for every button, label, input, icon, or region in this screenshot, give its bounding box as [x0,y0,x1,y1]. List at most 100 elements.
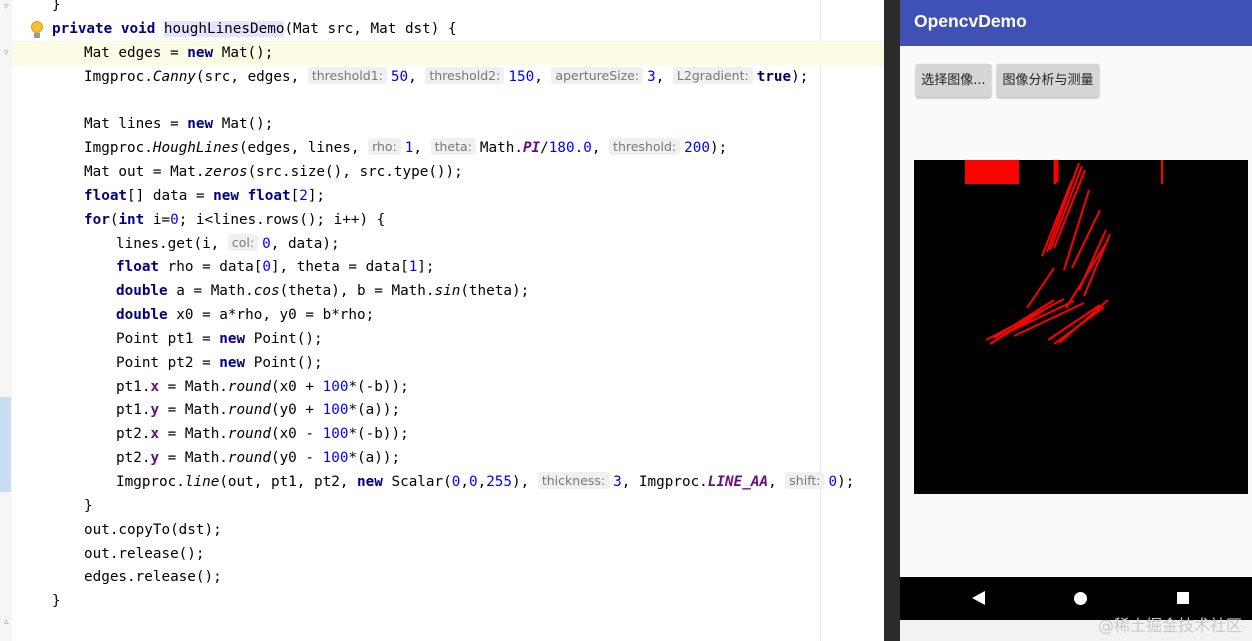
code-token: (theta), b = Math. [279,283,435,299]
code-line[interactable]: pt2.y = Math.round(y0 - 100*(a)); [116,446,400,470]
code-token: , [408,69,426,85]
code-token: private [52,21,113,37]
code-token: x [150,426,160,442]
code-line[interactable]: edges.release(); [84,565,222,589]
hough-lines-image [965,160,1163,345]
code-line[interactable]: Point pt2 = new Point(); [116,351,323,375]
code-line[interactable]: double x0 = a*rho, y0 = b*rho; [116,303,374,327]
code-token: (src.size(), src.type()); [247,164,463,180]
code-line[interactable]: Mat edges = new Mat(); [84,41,273,65]
recent-square-icon[interactable] [1177,592,1189,604]
code-line[interactable]: pt1.y = Math.round(y0 + 100*(a)); [116,398,400,422]
code-token: Mat lines = [84,116,188,132]
code-token: 200 [684,140,710,156]
code-token: lines.get(i, [116,236,228,252]
app-bar: OpencvDemo [900,0,1252,46]
right-margin-guide [820,0,821,641]
code-token: 255 [486,474,513,490]
code-line[interactable]: out.copyTo(dst); [84,518,222,542]
param-hint: theta: [430,138,476,155]
param-hint: shift: [785,472,825,489]
code-token: 0 [262,236,271,252]
code-token: / [540,140,549,156]
code-editor[interactable]: ▿ ▿ ▵ } private void houghLinesDemo(Mat s… [0,0,884,641]
code-token: zeros [204,164,248,180]
code-line[interactable]: float rho = data[0], theta = data[1]; [116,255,435,279]
hough-line [1065,239,1109,309]
code-line[interactable]: Mat out = Mat.zeros(src.size(), src.type… [84,160,463,184]
code-token: (y0 + [270,402,323,418]
code-token: pt1. [116,379,151,395]
code-token: , [534,69,552,85]
lightbulb-icon[interactable] [30,21,44,39]
code-line[interactable]: Imgproc.HoughLines(edges, lines, rho: 1, … [84,136,727,160]
fold-marker-icon[interactable]: ▿ [4,2,14,12]
code-token: , [655,69,673,85]
code-token: out.copyTo(dst); [84,522,222,538]
code-line[interactable]: lines.get(i, col: 0, data); [116,232,340,256]
code-line[interactable]: Point pt1 = new Point(); [116,327,323,351]
code-token: int [118,212,145,228]
code-token: round [227,402,271,418]
code-token: float [247,188,291,204]
code-token: = Math. [159,379,228,395]
code-token: Mat(); [213,116,274,132]
code-token: ], theta = data[ [270,259,409,275]
code-token: y [150,402,160,418]
code-token: (theta); [460,283,530,299]
back-triangle-icon[interactable] [972,591,985,605]
code-token: 100 [322,379,349,395]
code-token: void [120,21,156,37]
code-token: , [413,140,431,156]
analyze-measure-button[interactable]: 图像分析与测量 [997,64,1099,97]
param-hint: L2gradient: [672,67,753,84]
code-line[interactable]: Imgproc.Canny(src, edges, threshold1: 50,… [84,65,808,89]
gutter-change-marker [0,397,11,492]
code-token: Imgproc. [84,69,153,85]
home-circle-icon[interactable] [1074,592,1087,605]
code-token: round [227,450,271,466]
code-token: *(-b)); [348,379,409,395]
code-token: Mat(); [213,45,274,61]
code-line[interactable]: } [84,494,93,518]
code-token: Scalar( [382,474,452,490]
param-hint: col: [227,234,259,251]
code-token: , [768,474,786,490]
code-line[interactable]: for(int i=0; i<lines.rows(); i++) { [84,208,385,232]
code-token: (x0 - [270,426,323,442]
code-token: [ [290,188,300,204]
code-token: rho = data[ [159,259,263,275]
code-token: new [187,45,214,61]
code-token: i= [144,212,171,228]
code-token: sin [434,283,461,299]
code-token: 150 [508,69,535,85]
code-token: out.release(); [84,546,205,562]
code-line[interactable]: } [52,589,61,613]
code-line[interactable]: pt2.x = Math.round(x0 - 100*(-b)); [116,422,409,446]
code-line[interactable]: } [52,0,61,17]
code-token: PI [522,140,541,156]
code-token: 0 [170,212,179,228]
code-token: new [219,331,246,347]
code-line[interactable]: float[] data = new float[2]; [84,184,325,208]
code-token: ); [709,140,728,156]
code-token: = Math. [159,426,228,442]
code-line[interactable]: Imgproc.line(out, pt1, pt2, new Scalar(0… [116,470,854,494]
code-token: } [84,498,93,514]
fold-marker-icon[interactable]: ▵ [4,617,14,627]
code-line[interactable]: double a = Math.cos(theta), b = Math.sin… [116,279,529,303]
code-token: houghLinesDemo [163,21,285,37]
code-token: pt1. [116,402,151,418]
code-line[interactable]: pt1.x = Math.round(x0 + 100*(-b)); [116,375,409,399]
param-hint: rho: [368,138,401,155]
code-token: pt2. [116,450,151,466]
param-hint: threshold: [609,138,681,155]
select-image-button[interactable]: 选择图像... [916,64,991,97]
code-line[interactable]: out.release(); [84,542,205,566]
android-emulator: OpencvDemo 选择图像... 图像分析与测量 @稀土掘金技术社区 [900,0,1252,641]
code-line[interactable]: Mat lines = new Mat(); [84,112,273,136]
code-line[interactable]: private void houghLinesDemo(Mat src, Mat… [52,17,457,41]
code-token: new [219,355,246,371]
code-token: (src, edges, [195,69,308,85]
